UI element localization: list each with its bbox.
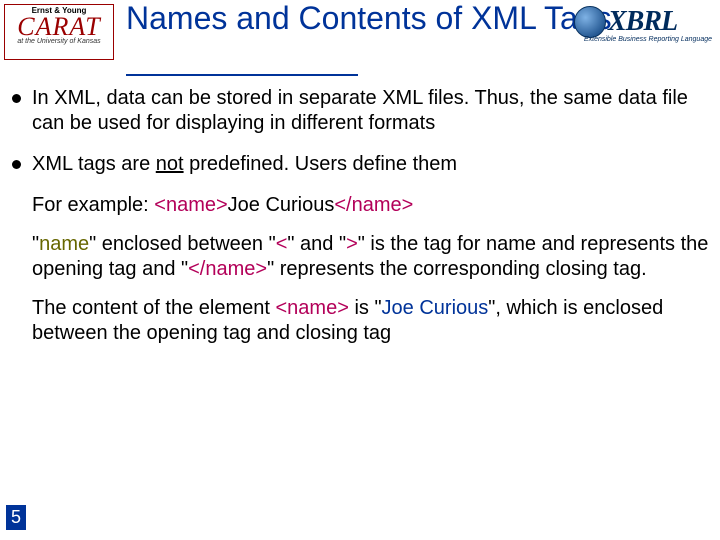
p3-lt: < [276,233,288,255]
p3-b: " enclosed between " [89,233,276,255]
example-label: For example: [32,194,154,216]
p3-name1: name [39,233,89,255]
bullet-2: XML tags are not predefined. Users defin… [8,152,712,177]
p3-closename: </name> [188,258,267,280]
title-underline [126,74,358,76]
para-explain-tag: "name" enclosed between "<" and ">" is t… [8,232,712,282]
p3-e: " represents the corresponding closing t… [267,258,647,280]
xbrl-logo: XBRL Extensible Business Reporting Langu… [574,6,714,50]
p4-b: is " [349,297,382,319]
bullet-2-text-a: XML tags are [32,153,156,175]
globe-icon [574,6,606,38]
p4-joe: Joe Curious [382,297,489,319]
p4-a: The content of the element [32,297,276,319]
example-open-tag: <name> [154,194,227,216]
p4-name: <name> [276,297,349,319]
bullet-list: In XML, data can be stored in separate X… [8,86,712,177]
carat-sub-text: at the University of Kansas [5,38,113,46]
bullet-2-not: not [156,153,184,175]
p3-c: " and " [287,233,346,255]
para-explain-content: The content of the element <name> is "Jo… [8,296,712,346]
bullet-1: In XML, data can be stored in separate X… [8,86,712,136]
page-number: 5 [6,505,26,530]
carat-logo: Ernst & Young CARAT at the University of… [4,4,114,60]
slide-body: In XML, data can be stored in separate X… [8,86,712,360]
xbrl-text: XBRL [608,6,677,38]
slide-title: Names and Contents of XML Tags [126,0,612,36]
bullet-2-text-b: predefined. Users define them [184,153,458,175]
example-content: Joe Curious [228,194,335,216]
slide-header: Ernst & Young CARAT at the University of… [0,0,720,78]
carat-main-text: CARAT [5,16,113,38]
example-line: For example: <name>Joe Curious</name> [8,193,712,218]
bullet-1-text: In XML, data can be stored in separate X… [32,87,688,134]
example-close-tag: </name> [334,194,413,216]
p3-gt: > [346,233,358,255]
xbrl-subtitle: Extensible Business Reporting Language [574,36,714,43]
